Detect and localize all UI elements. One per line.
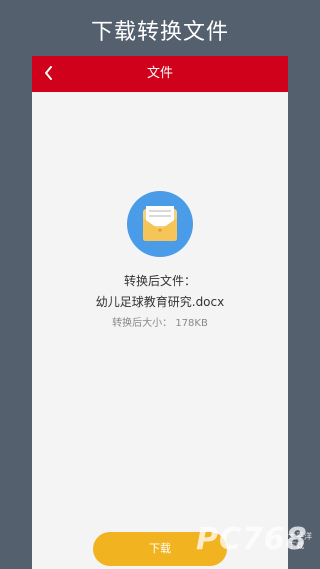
file-size: 转换后大小： 178KB bbox=[112, 318, 208, 329]
file-label: 转换后文件： bbox=[123, 274, 196, 288]
page-title: 文件 bbox=[146, 66, 173, 81]
file-name: 幼儿足球教育研究.docx bbox=[95, 295, 225, 309]
file-icon bbox=[127, 191, 193, 257]
download-button[interactable]: 下载 bbox=[93, 532, 227, 566]
watermark-sub: 太平洋下载 bbox=[288, 532, 312, 550]
navbar: 文件 bbox=[32, 56, 288, 92]
phone-screen: 文件 转换后文件： 幼儿足球教育研究.docx 转换后大小： 178KB 下载 bbox=[32, 56, 288, 569]
banner-title: 下载转换文件 bbox=[90, 20, 229, 45]
envelope-folder-icon bbox=[127, 191, 193, 257]
